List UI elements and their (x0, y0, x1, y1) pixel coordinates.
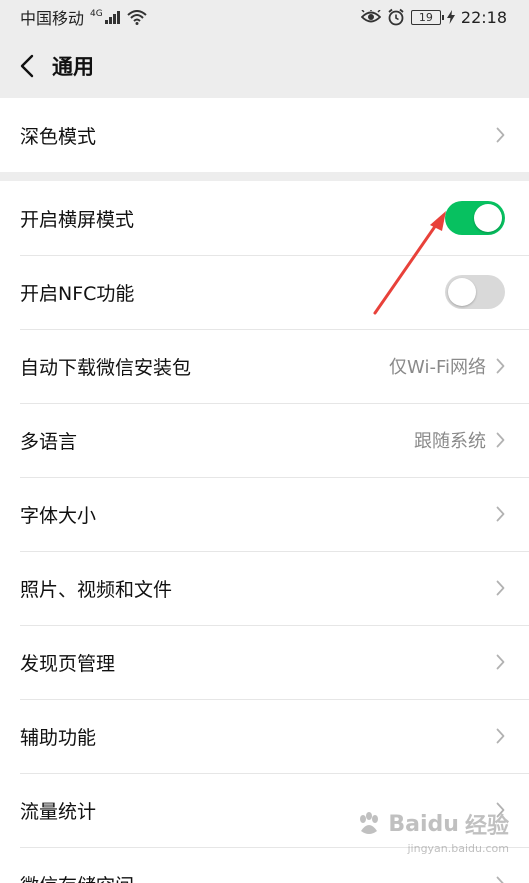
toggle-knob (474, 204, 502, 232)
row-label: 深色模式 (20, 125, 97, 148)
nfc-toggle[interactable] (445, 275, 505, 309)
carrier-name: 中国移动 (20, 9, 85, 28)
settings-group-general: 开启横屏模式 开启NFC功能 自动下载微信安装包 仅Wi-Fi网络 多语言 跟随… (0, 181, 529, 883)
signal-icon (104, 10, 121, 24)
settings-row-language[interactable]: 多语言 跟随系统 (0, 403, 529, 477)
chevron-right-icon (496, 127, 505, 143)
chevron-right-icon (496, 654, 505, 670)
row-label: 微信存储空间 (20, 871, 496, 883)
status-right: 19 22:18 (360, 7, 507, 27)
settings-row-accessibility[interactable]: 辅助功能 (0, 699, 529, 773)
chevron-right-icon (496, 802, 505, 818)
eye-icon (360, 10, 381, 24)
row-value: 仅Wi-Fi网络 (389, 357, 486, 378)
chevron-right-icon (496, 580, 505, 596)
settings-row-font-size[interactable]: 字体大小 (0, 477, 529, 551)
row-label: 照片、视频和文件 (20, 578, 173, 601)
row-label: 辅助功能 (20, 726, 97, 749)
status-left: 中国移动 4G (20, 5, 147, 29)
landscape-mode-toggle[interactable] (445, 201, 505, 235)
row-label: 发现页管理 (20, 652, 116, 675)
row-label: 开启横屏模式 (20, 208, 135, 231)
settings-row-auto-download[interactable]: 自动下载微信安装包 仅Wi-Fi网络 (0, 329, 529, 403)
alarm-icon (387, 8, 405, 26)
back-button[interactable] (4, 34, 50, 98)
settings-page: 中国移动 4G 19 22:18 通用 深色模式 开启横屏模式 开启NFC功能 … (0, 0, 529, 883)
status-bar: 中国移动 4G 19 22:18 (0, 0, 529, 34)
row-label: 自动下载微信安装包 (20, 356, 192, 379)
title-bar: 通用 (0, 34, 529, 98)
settings-row-storage[interactable]: 微信存储空间 (0, 847, 529, 883)
charging-icon (446, 10, 455, 24)
settings-row-media-files[interactable]: 照片、视频和文件 (0, 551, 529, 625)
page-title: 通用 (52, 55, 94, 79)
settings-row-dark-mode[interactable]: 深色模式 (0, 98, 529, 172)
chevron-right-icon (496, 506, 505, 522)
chevron-left-icon (20, 54, 34, 78)
toggle-knob (448, 278, 476, 306)
row-label: 多语言 (20, 430, 78, 453)
battery-icon: 19 (410, 9, 444, 25)
settings-row-discover-manage[interactable]: 发现页管理 (0, 625, 529, 699)
settings-row-data-usage[interactable]: 流量统计 (0, 773, 529, 847)
settings-row-nfc: 开启NFC功能 (0, 255, 529, 329)
settings-group-display: 深色模式 (0, 98, 529, 172)
network-type: 4G (90, 9, 103, 19)
battery-level: 19 (418, 10, 433, 24)
chevron-right-icon (496, 728, 505, 744)
row-label: 流量统计 (20, 800, 97, 823)
chevron-right-icon (496, 358, 505, 374)
chevron-right-icon (496, 432, 505, 448)
settings-row-landscape-mode: 开启横屏模式 (0, 181, 529, 255)
row-label: 字体大小 (20, 504, 97, 527)
wifi-icon (127, 9, 147, 25)
clock-time: 22:18 (460, 7, 507, 27)
chevron-right-icon (496, 876, 505, 883)
row-value: 跟随系统 (414, 431, 486, 452)
row-label: 开启NFC功能 (20, 282, 135, 305)
